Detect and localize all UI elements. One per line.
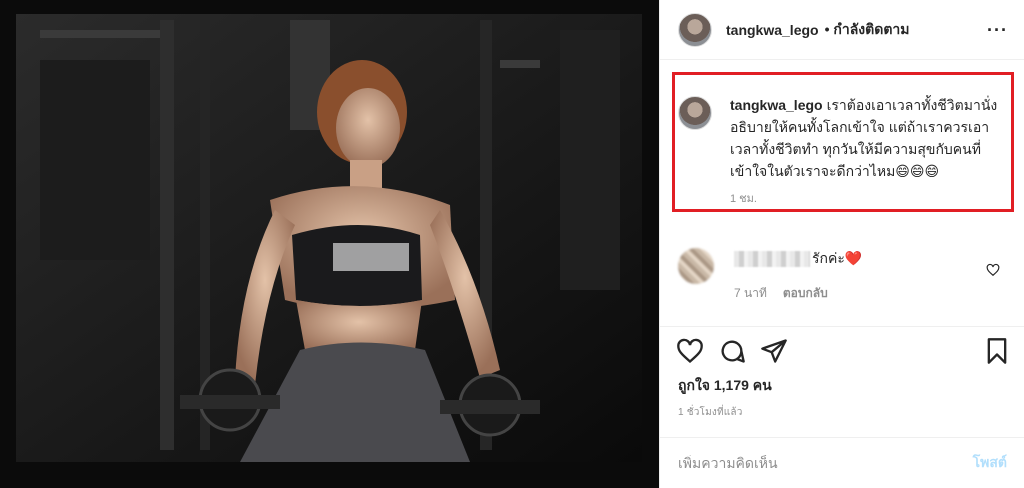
post-photo[interactable] <box>0 0 659 488</box>
caption-text-block: tangkwa_lego เราต้องเอาเวลาทั้งชีวิตมานั่… <box>730 94 998 210</box>
action-icons-row <box>660 327 1024 375</box>
post-actions-section: ถูกใจ 1,179 คน 1 ชั่วโมงที่แล้ว <box>660 326 1024 420</box>
author-username[interactable]: tangkwa_lego <box>726 22 819 38</box>
post-header: tangkwa_lego • กำลังติดตาม ··· <box>660 0 1024 60</box>
caption-timestamp[interactable]: 1 ชม. <box>730 188 998 210</box>
comment-text: รักค่ะ❤️ <box>812 250 863 266</box>
comment-body: รักค่ะ❤️ 7 นาที ตอบกลับ <box>734 248 862 303</box>
gym-photo-illustration <box>0 0 659 488</box>
more-horizontal-icon[interactable]: ··· <box>987 20 1008 41</box>
comment-bubble-icon[interactable] <box>718 337 746 365</box>
comment-line: รักค่ะ❤️ <box>734 248 862 270</box>
send-paper-plane-icon[interactable] <box>760 337 788 365</box>
commenter-name-blurred[interactable] <box>734 251 810 267</box>
post-side-panel: tangkwa_lego • กำลังติดตาม ··· tangkwa_l… <box>659 0 1024 488</box>
heart-outline-icon[interactable] <box>676 337 704 365</box>
add-comment-bar: โพสต์ <box>660 437 1024 488</box>
post-timestamp[interactable]: 1 ชั่วโมงที่แล้ว <box>660 397 1024 420</box>
post-caption: tangkwa_lego เราต้องเอาเวลาทั้งชีวิตมานั่… <box>678 94 998 210</box>
post-comment-button[interactable]: โพสต์ <box>973 452 1007 474</box>
reply-button[interactable]: ตอบกลับ <box>783 284 828 303</box>
like-count[interactable]: ถูกใจ 1,179 คน <box>660 375 1024 397</box>
caption-username[interactable]: tangkwa_lego <box>730 97 823 113</box>
comment-item: รักค่ะ❤️ 7 นาที ตอบกลับ <box>678 248 1018 303</box>
comment-time[interactable]: 7 นาที <box>734 284 767 303</box>
comment-input[interactable] <box>678 455 973 471</box>
caption-author-avatar[interactable] <box>678 96 712 130</box>
bookmark-icon[interactable] <box>983 337 1011 365</box>
comment-like-heart-icon[interactable] <box>986 263 1000 277</box>
author-avatar[interactable] <box>678 12 712 47</box>
comment-meta: 7 นาที ตอบกลับ <box>734 284 862 303</box>
commenter-avatar-blurred[interactable] <box>678 248 714 284</box>
follow-status[interactable]: • กำลังติดตาม <box>825 19 910 41</box>
